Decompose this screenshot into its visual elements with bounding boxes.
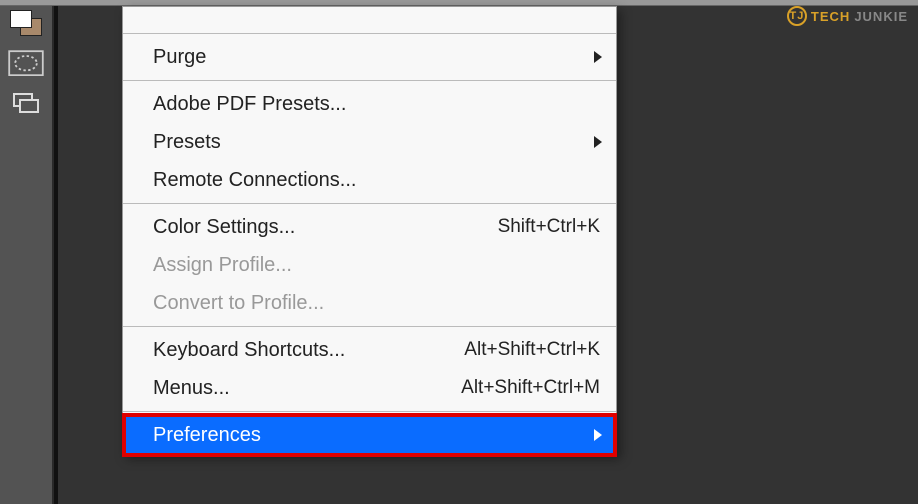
watermark-text: TECH xyxy=(811,9,850,24)
screen-mode-tool[interactable] xyxy=(8,88,44,118)
menu-separator xyxy=(123,33,616,34)
menu-item-assign-profile: Assign Profile... xyxy=(123,246,616,284)
submenu-arrow-icon xyxy=(594,136,602,148)
menu-shortcut: Alt+Shift+Ctrl+K xyxy=(464,339,600,361)
submenu-arrow-icon xyxy=(594,429,602,441)
submenu-arrow-icon xyxy=(594,51,602,63)
menu-item-color-settings[interactable]: Color Settings... Shift+Ctrl+K xyxy=(123,208,616,246)
menu-label: Assign Profile... xyxy=(153,254,600,277)
menu-label: Purge xyxy=(153,46,600,69)
menu-label: Color Settings... xyxy=(153,216,498,239)
watermark: TJ TECH JUNKIE xyxy=(787,6,908,26)
menu-label: Adobe PDF Presets... xyxy=(153,93,600,116)
menu-separator xyxy=(123,411,616,412)
edit-menu-dropdown: Purge Adobe PDF Presets... Presets Remot… xyxy=(122,6,617,455)
canvas-divider xyxy=(54,6,58,504)
menu-separator xyxy=(123,326,616,327)
menu-item-presets[interactable]: Presets xyxy=(123,123,616,161)
menu-item-purge[interactable]: Purge xyxy=(123,38,616,76)
menu-label: Convert to Profile... xyxy=(153,292,600,315)
menu-top-cut xyxy=(123,7,616,29)
menu-shortcut: Shift+Ctrl+K xyxy=(498,216,600,238)
menu-separator xyxy=(123,203,616,204)
menu-item-menus[interactable]: Menus... Alt+Shift+Ctrl+M xyxy=(123,369,616,407)
menu-label: Remote Connections... xyxy=(153,169,600,192)
quick-mask-tool[interactable] xyxy=(8,48,44,78)
menu-shortcut: Alt+Shift+Ctrl+M xyxy=(461,377,600,399)
menu-label: Menus... xyxy=(153,377,461,400)
menu-label: Presets xyxy=(153,131,600,154)
watermark-text: JUNKIE xyxy=(854,9,908,24)
menu-separator xyxy=(123,80,616,81)
menu-item-remote-connections[interactable]: Remote Connections... xyxy=(123,161,616,199)
left-toolbar xyxy=(0,6,54,504)
menu-label: Preferences xyxy=(153,424,600,447)
menu-item-convert-to-profile: Convert to Profile... xyxy=(123,284,616,322)
menu-item-keyboard-shortcuts[interactable]: Keyboard Shortcuts... Alt+Shift+Ctrl+K xyxy=(123,331,616,369)
menu-item-adobe-pdf-presets[interactable]: Adobe PDF Presets... xyxy=(123,85,616,123)
foreground-background-color-tool[interactable] xyxy=(8,8,44,38)
watermark-badge-icon: TJ xyxy=(787,6,807,26)
menu-label: Keyboard Shortcuts... xyxy=(153,339,464,362)
foreground-swatch xyxy=(10,10,32,28)
menu-item-preferences[interactable]: Preferences xyxy=(123,416,616,454)
